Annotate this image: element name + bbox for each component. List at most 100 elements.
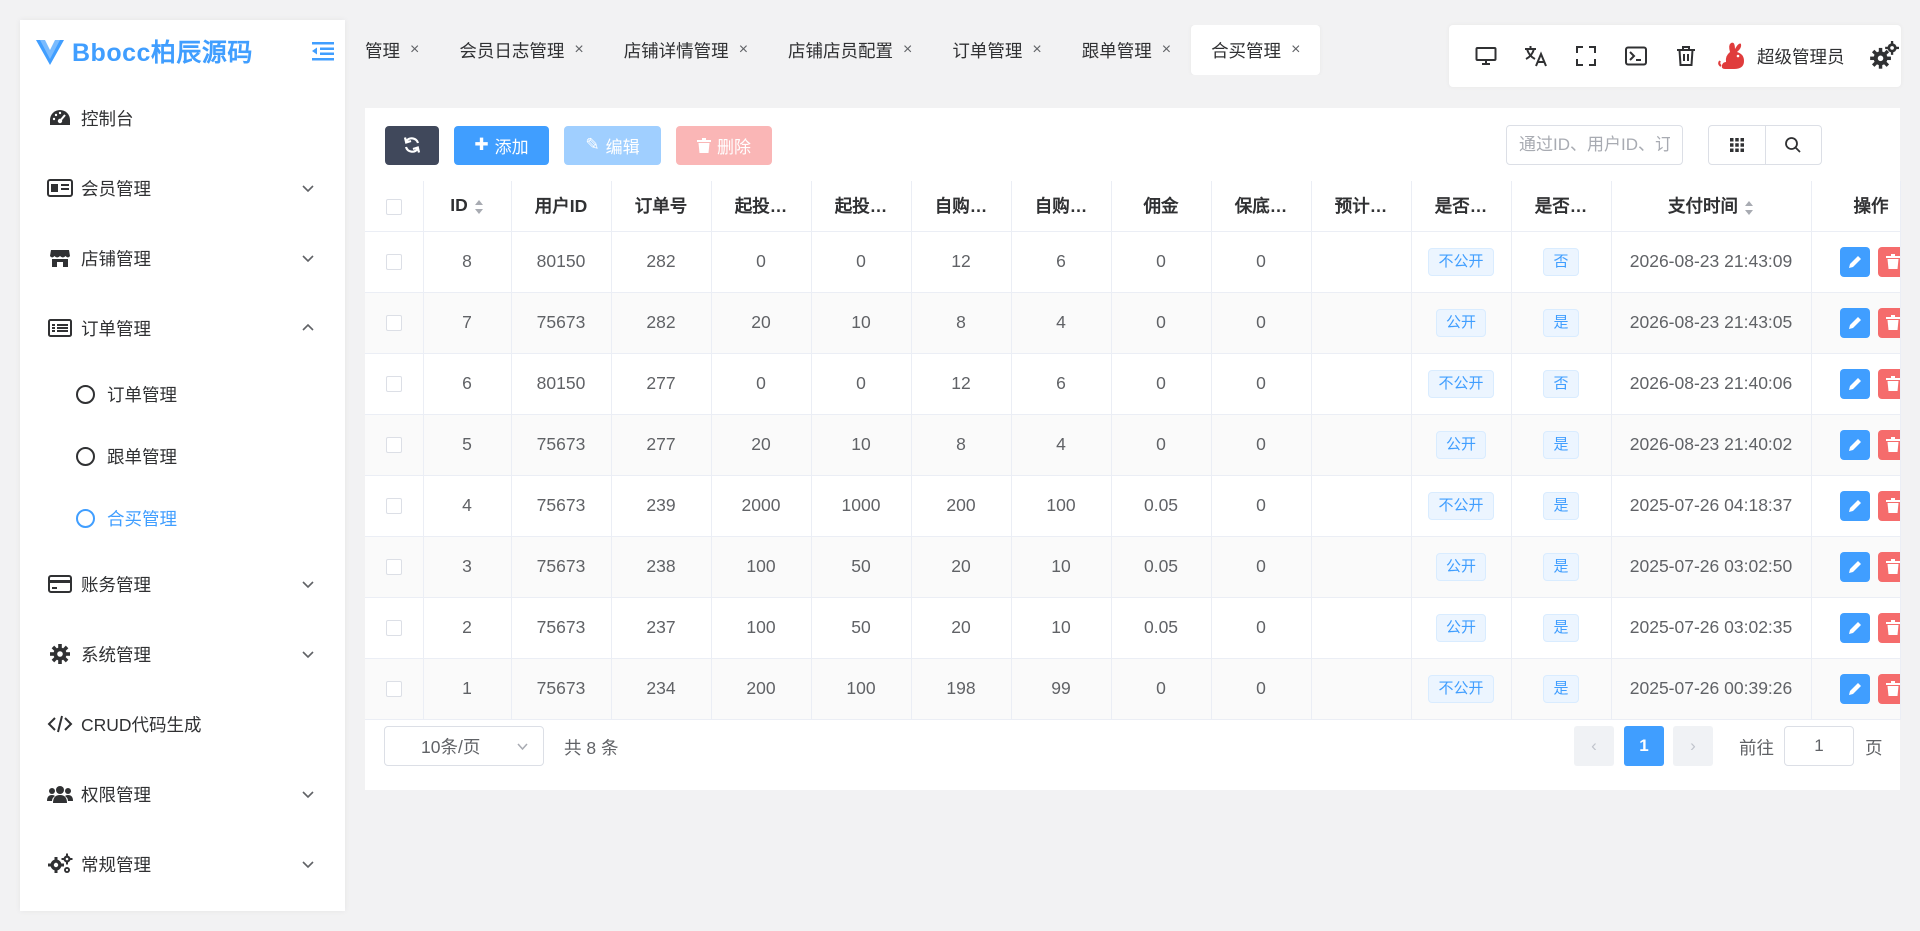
- row-edit-button[interactable]: [1839, 551, 1870, 582]
- close-icon[interactable]: ×: [739, 41, 748, 59]
- sidebar-subitem-order-manage[interactable]: 订单管理: [20, 363, 345, 425]
- page-size-select[interactable]: 10条/页: [384, 726, 544, 766]
- row-edit-button[interactable]: [1839, 490, 1870, 521]
- table-row[interactable]: 5 75673 277 20 10 8 4 0 0 公开 是 2026-08-2…: [365, 414, 1901, 476]
- tab-group-buy[interactable]: 合买管理 ×: [1191, 25, 1321, 75]
- row-delete-button[interactable]: [1877, 307, 1899, 338]
- settings-gears-icon[interactable]: [1869, 41, 1899, 71]
- row-delete-button[interactable]: [1877, 246, 1899, 277]
- cell-user-id: 75673: [511, 292, 612, 354]
- row-checkbox[interactable]: [385, 376, 402, 393]
- sort-caret-icon[interactable]: [474, 199, 484, 215]
- cell-is-flag: 是: [1511, 597, 1612, 659]
- row-delete-button[interactable]: [1877, 612, 1899, 643]
- cell-guarantee: 0: [1211, 353, 1312, 415]
- cell-self-buy-2: 4: [1011, 292, 1112, 354]
- table-row[interactable]: 2 75673 237 100 50 20 10 0.05 0 公开 是 202…: [365, 597, 1901, 659]
- sidebar-item-system[interactable]: 系统管理: [20, 619, 345, 689]
- sort-caret-icon[interactable]: [1744, 200, 1754, 216]
- grid-view-button[interactable]: [1709, 126, 1766, 164]
- sidebar-item-member[interactable]: 会员管理: [20, 153, 345, 223]
- row-delete-button[interactable]: [1877, 490, 1899, 521]
- search-field[interactable]: [1506, 125, 1683, 165]
- close-icon[interactable]: ×: [410, 41, 419, 59]
- refresh-button[interactable]: [385, 125, 439, 165]
- row-delete-button[interactable]: [1877, 368, 1899, 399]
- terminal-icon[interactable]: [1611, 36, 1661, 76]
- sidebar-item-order[interactable]: 订单管理: [20, 293, 345, 363]
- row-delete-button[interactable]: [1877, 429, 1899, 460]
- close-icon[interactable]: ×: [1032, 41, 1041, 59]
- row-delete-button[interactable]: [1877, 673, 1899, 704]
- close-icon[interactable]: ×: [903, 41, 912, 59]
- row-edit-button[interactable]: [1839, 307, 1870, 338]
- translate-icon[interactable]: [1511, 36, 1561, 76]
- search-button[interactable]: [1766, 126, 1822, 164]
- table-row[interactable]: 1 75673 234 200 100 198 99 0 0 不公开 是 202…: [365, 658, 1901, 720]
- sidebar-item-permission[interactable]: 权限管理: [20, 759, 345, 829]
- next-page-button[interactable]: ›: [1673, 726, 1713, 766]
- tab-member-log[interactable]: 会员日志管理 ×: [439, 25, 603, 75]
- close-icon[interactable]: ×: [1291, 41, 1300, 59]
- gear-icon: [47, 643, 73, 665]
- search-input[interactable]: [1519, 135, 1670, 155]
- trash-icon[interactable]: [1661, 36, 1711, 76]
- cell-pay-time: 2025-07-26 03:02:50: [1611, 536, 1812, 598]
- goto-page-input[interactable]: 1: [1784, 726, 1854, 766]
- sidebar-item-finance[interactable]: 账务管理: [20, 549, 345, 619]
- cell-self-buy-1: 20: [911, 536, 1012, 598]
- monitor-icon[interactable]: [1461, 36, 1511, 76]
- tab-partial-manage[interactable]: 管理 ×: [345, 25, 439, 75]
- refresh-icon: [403, 137, 421, 153]
- row-checkbox[interactable]: [385, 315, 402, 332]
- select-all-checkbox[interactable]: [385, 198, 402, 215]
- fullscreen-icon[interactable]: [1561, 36, 1611, 76]
- sidebar-item-shop[interactable]: 店铺管理: [20, 223, 345, 293]
- sidebar-subitem-group-buy[interactable]: 合买管理: [20, 487, 345, 549]
- close-icon[interactable]: ×: [574, 41, 583, 59]
- cell-order-no: 238: [611, 536, 712, 598]
- tab-shop-detail[interactable]: 店铺详情管理 ×: [604, 25, 768, 75]
- table-row[interactable]: 7 75673 282 20 10 8 4 0 0 公开 是 2026-08-2…: [365, 292, 1901, 354]
- table-row[interactable]: 3 75673 238 100 50 20 10 0.05 0 公开 是 202…: [365, 536, 1901, 598]
- col-header-pay-time[interactable]: 支付时间: [1611, 181, 1812, 232]
- table-row[interactable]: 6 80150 277 0 0 12 6 0 0 不公开 否 2026-08-2…: [365, 353, 1901, 415]
- table-row[interactable]: 4 75673 239 2000 1000 200 100 0.05 0 不公开…: [365, 475, 1901, 537]
- menu-fold-icon[interactable]: [311, 40, 335, 62]
- row-checkbox[interactable]: [385, 559, 402, 576]
- sidebar-item-general[interactable]: 常规管理: [20, 829, 345, 899]
- row-checkbox[interactable]: [385, 437, 402, 454]
- row-checkbox[interactable]: [385, 498, 402, 515]
- row-checkbox[interactable]: [385, 254, 402, 271]
- admin-user-menu[interactable]: 超级管理员: [1717, 40, 1845, 72]
- row-edit-button[interactable]: [1839, 368, 1870, 399]
- delete-button-label: 删除: [717, 137, 751, 157]
- sidebar-item-dashboard[interactable]: 控制台: [20, 83, 345, 153]
- row-checkbox[interactable]: [385, 620, 402, 637]
- cell-self-buy-1: 8: [911, 414, 1012, 476]
- table-row[interactable]: 8 80150 282 0 0 12 6 0 0 不公开 否 2026-08-2…: [365, 231, 1901, 293]
- chevron-down-icon: [302, 791, 314, 799]
- tab-follow-order[interactable]: 跟单管理 ×: [1062, 25, 1191, 75]
- page-number-current[interactable]: 1: [1624, 726, 1664, 766]
- row-edit-button[interactable]: [1839, 612, 1870, 643]
- row-edit-button[interactable]: [1839, 673, 1870, 704]
- sidebar-subitem-follow-order[interactable]: 跟单管理: [20, 425, 345, 487]
- sidebar-item-label: 订单管理: [81, 318, 151, 339]
- row-edit-button[interactable]: [1839, 246, 1870, 277]
- close-icon[interactable]: ×: [1162, 41, 1171, 59]
- tab-order[interactable]: 订单管理 ×: [932, 25, 1061, 75]
- col-header-label: 支付时间: [1668, 196, 1738, 217]
- prev-page-button[interactable]: ‹: [1574, 726, 1614, 766]
- cell-guarantee: 0: [1211, 597, 1312, 659]
- edit-button[interactable]: ✎ 编辑: [564, 125, 661, 165]
- row-edit-button[interactable]: [1839, 429, 1870, 460]
- delete-button[interactable]: 删除: [676, 125, 772, 165]
- cell-self-buy-2: 10: [1011, 536, 1112, 598]
- row-delete-button[interactable]: [1877, 551, 1899, 582]
- sidebar-item-crud[interactable]: CRUD代码生成: [20, 689, 345, 759]
- col-header-id[interactable]: ID: [423, 181, 512, 232]
- tab-shop-clerk[interactable]: 店铺店员配置 ×: [768, 25, 932, 75]
- add-button[interactable]: ✚ 添加: [454, 125, 549, 165]
- row-checkbox[interactable]: [385, 681, 402, 698]
